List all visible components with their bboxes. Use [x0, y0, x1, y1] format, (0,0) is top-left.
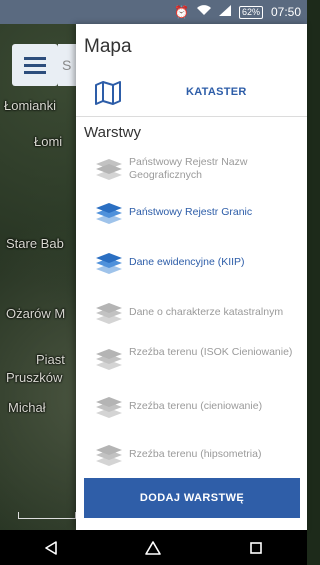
kataster-button[interactable]: KATASTER	[76, 76, 307, 114]
layer-item-shading[interactable]: Rzeźba terenu (cieniowanie)	[76, 386, 307, 428]
layer-item-prg[interactable]: Państwowy Rejestr Granic	[76, 192, 307, 234]
recents-button[interactable]	[241, 533, 271, 563]
layer-label: Rzeźba terenu (cieniowanie)	[129, 400, 263, 412]
layer-item-isok-shading[interactable]: Rzeźba terenu (ISOK Cieniowanie)	[76, 338, 307, 380]
divider	[76, 116, 307, 117]
map-label: Stare Bab	[6, 236, 64, 251]
add-layer-button[interactable]: DODAJ WARSTWĘ	[84, 478, 300, 518]
battery-indicator: 62%	[238, 5, 263, 19]
map-label: Pruszków	[6, 370, 63, 385]
map-label: Łomi	[34, 134, 63, 149]
recents-square-icon	[250, 541, 262, 554]
layers-icon	[96, 397, 122, 418]
layer-item-hypsometry[interactable]: Rzeźba terenu (hipsometria)	[76, 434, 307, 476]
layer-item-kiip[interactable]: Dane ewidencyjne (KIIP)	[76, 242, 307, 284]
kataster-label: KATASTER	[186, 86, 247, 98]
map-icon	[95, 81, 121, 105]
layers-icon	[96, 445, 122, 466]
layers-section-title: Warstwy	[84, 124, 141, 141]
layer-label: Dane ewidencyjne (KIIP)	[129, 256, 245, 268]
layer-item-prng[interactable]: Państwowy Rejestr Nazw Geograficznych	[76, 148, 307, 190]
layer-label: Państwowy Rejestr Nazw Geograficznych	[129, 156, 248, 181]
map-scale-bar	[18, 512, 76, 519]
search-input[interactable]: S	[58, 44, 78, 86]
hamburger-icon	[24, 56, 46, 60]
signal-icon	[218, 5, 231, 19]
layer-label: Rzeźba terenu (hipsometria)	[129, 448, 262, 460]
wifi-icon	[196, 5, 211, 19]
layers-icon	[96, 159, 122, 180]
layers-icon	[96, 203, 122, 224]
layer-item-kataster-data[interactable]: Dane o charakterze katastralnym	[76, 292, 307, 334]
layer-label: Państwowy Rejestr Granic	[129, 206, 253, 218]
layers-drawer: Mapa KATASTER Warstwy Państwowy Rejestr …	[76, 24, 307, 530]
back-triangle-icon	[45, 540, 57, 555]
drawer-title: Mapa	[84, 36, 132, 57]
layers-icon	[96, 253, 122, 274]
map-label: Łomianki	[4, 98, 57, 113]
map-label: Ożarów M	[6, 306, 66, 321]
system-nav-bar	[0, 530, 307, 565]
map-label: Piast	[36, 352, 65, 367]
layers-icon	[96, 349, 122, 370]
back-button[interactable]	[36, 533, 66, 563]
home-button[interactable]	[138, 533, 168, 563]
menu-button[interactable]	[12, 44, 58, 86]
status-bar: ⏰ 62% 07:50	[0, 0, 307, 24]
layer-label: Rzeźba terenu (ISOK Cieniowanie)	[129, 346, 293, 358]
map-label: Michał	[8, 400, 46, 415]
clock: 07:50	[270, 5, 301, 19]
alarm-icon: ⏰	[174, 5, 189, 19]
layer-label: Dane o charakterze katastralnym	[129, 306, 284, 318]
home-circle-icon	[145, 540, 162, 555]
layers-icon	[96, 303, 122, 324]
